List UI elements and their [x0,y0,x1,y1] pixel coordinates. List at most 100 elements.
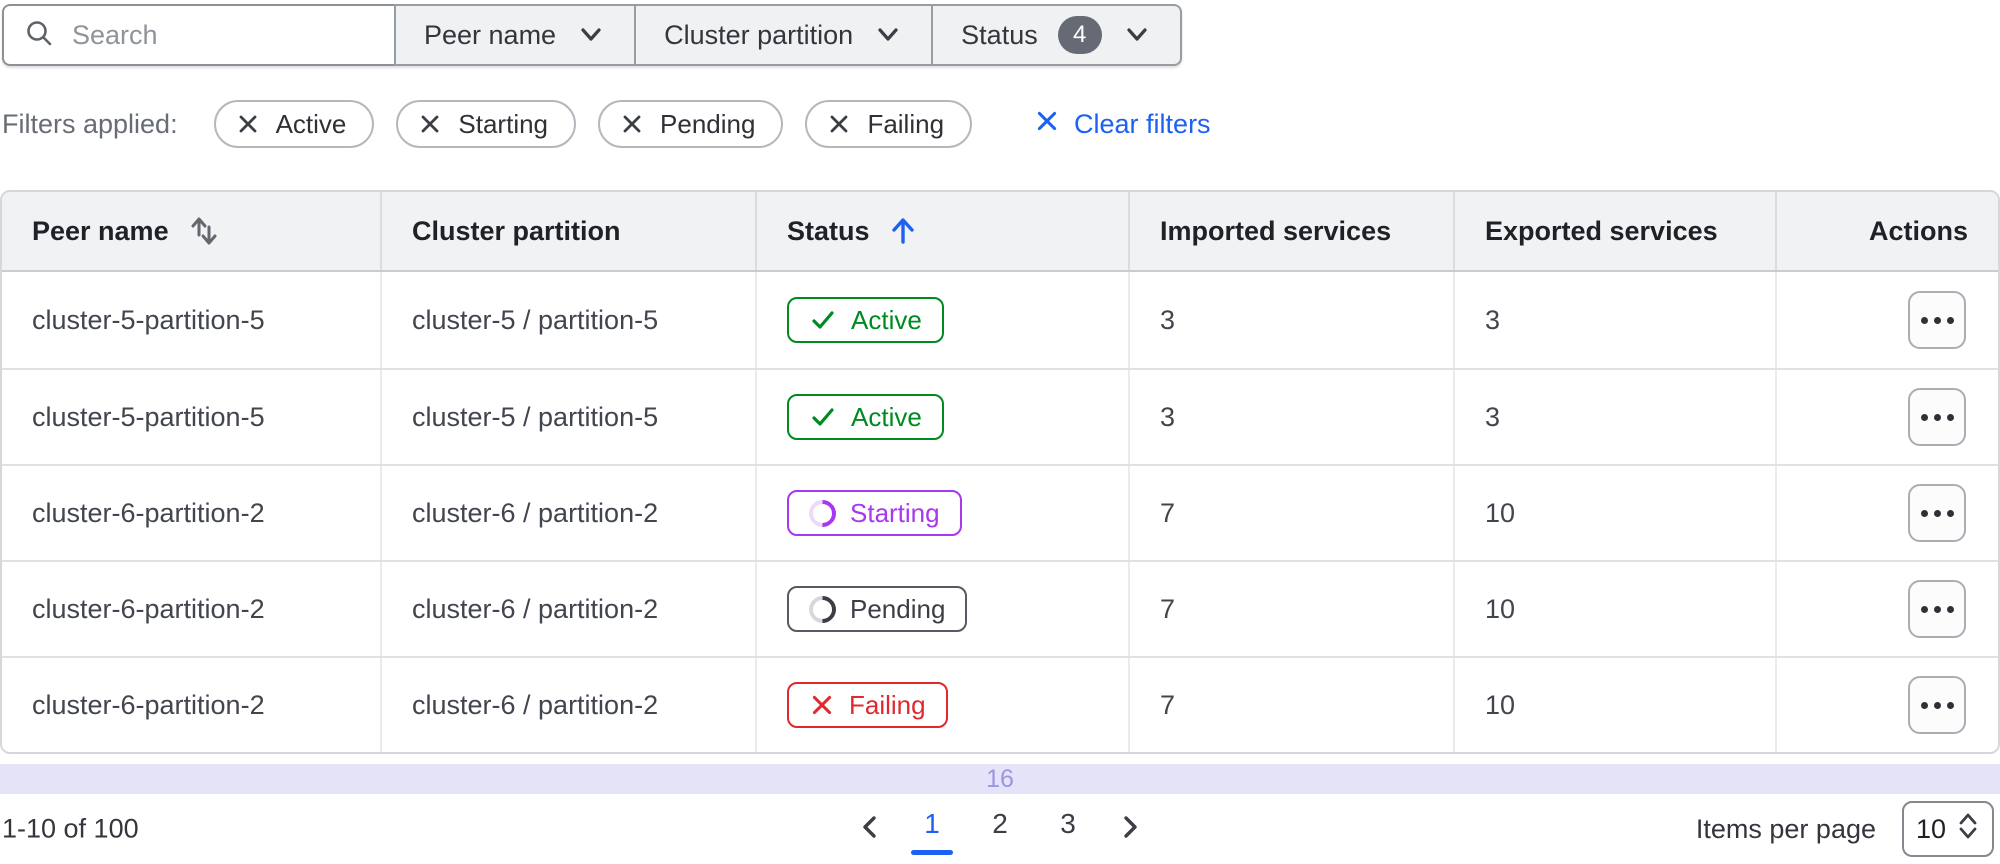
items-per-page-label: Items per page [1695,813,1876,844]
cell-status: Active [755,370,1128,464]
cell-exported-services: 10 [1453,658,1775,752]
cell-actions [1775,272,1998,368]
table-row: cluster-5-partition-5 cluster-5 / partiti… [2,272,1998,368]
next-page-button[interactable] [1117,808,1143,844]
dropdown-label: Peer name [424,19,557,50]
search-input[interactable] [72,19,374,51]
status-badge-active: Active [787,394,944,440]
cell-status: Failing [755,658,1128,752]
peerings-page: { "toolbar": { "search_placeholder": "Se… [0,0,2000,864]
chip-remove-x-icon[interactable] [236,112,260,136]
cell-cluster-partition: cluster-6 / partition-2 [380,466,755,560]
table-body: cluster-5-partition-5 cluster-5 / partiti… [2,272,1998,752]
page-button-2[interactable]: 2 [981,808,1019,855]
previous-page-button[interactable] [857,808,883,844]
dropdown-cluster-partition[interactable]: Cluster partition [634,4,934,66]
cell-actions [1775,658,1998,752]
table-row: cluster-6-partition-2 cluster-6 / partiti… [2,656,1998,752]
cell-status: Pending [755,562,1128,656]
cell-exported-services: 10 [1453,466,1775,560]
filter-chip-starting[interactable]: Starting [396,100,577,148]
x-icon [809,692,835,718]
cell-actions [1775,562,1998,656]
sort-updown-icon[interactable] [187,214,221,248]
page-number: 3 [1060,808,1076,839]
status-badge-active: Active [787,297,944,343]
status-badge-pending: Pending [787,586,968,632]
cell-status: Starting [755,466,1128,560]
chip-remove-x-icon[interactable] [620,112,644,136]
cell-cluster-partition: cluster-5 / partition-5 [380,370,755,464]
cell-actions [1775,370,1998,464]
filters-row: Filters applied: Active Starting Pending… [2,98,1211,150]
table-row: cluster-6-partition-2 cluster-6 / partiti… [2,464,1998,560]
cell-status: Active [755,272,1128,368]
status-label: Failing [849,689,926,720]
cell-peer-name: cluster-6-partition-2 [32,689,265,720]
row-actions-menu-button[interactable] [1908,484,1966,542]
filter-chip-failing[interactable]: Failing [805,100,973,148]
status-label: Active [851,304,922,335]
filter-chip-pending[interactable]: Pending [598,100,784,148]
dropdown-status[interactable]: Status 4 [931,4,1182,66]
column-header-imported-services: Imported services [1128,192,1453,270]
filter-chip-active[interactable]: Active [213,100,375,148]
page-number: 2 [992,808,1008,839]
page-button-3[interactable]: 3 [1049,808,1087,855]
items-per-page: Items per page 10 [1696,801,1994,857]
clear-filters-link[interactable]: Clear filters [1034,108,1211,141]
chevron-down-icon [576,22,606,48]
cell-exported-services: 3 [1453,272,1775,368]
cell-cluster-partition: cluster-6 / partition-2 [380,658,755,752]
cell-cluster-partition: cluster-6 / partition-2 [380,562,755,656]
items-per-page-select[interactable]: 10 [1902,801,1994,857]
search-box[interactable] [2,4,396,66]
chip-label: Starting [458,108,549,139]
chip-remove-x-icon[interactable] [827,112,851,136]
cell-imported-services: 7 [1128,466,1453,560]
column-header-peer-name[interactable]: Peer name [2,192,380,270]
chip-label: Pending [660,108,756,139]
cell-actions [1775,466,1998,560]
filter-dropdowns: Peer name Cluster partition Status 4 [394,4,1182,66]
row-actions-menu-button[interactable] [1908,676,1966,734]
sort-asc-icon[interactable] [888,215,918,247]
page-button-1[interactable]: 1 [911,808,953,855]
check-icon [809,306,837,334]
table-row: cluster-6-partition-2 cluster-6 / partiti… [2,560,1998,656]
column-label: Actions [1868,215,1968,246]
table-row: cluster-5-partition-5 cluster-5 / partiti… [2,368,1998,464]
dropdown-peer-name[interactable]: Peer name [394,4,637,66]
status-label: Pending [850,593,946,624]
row-actions-menu-button[interactable] [1908,388,1966,446]
cell-peer-name: cluster-5-partition-5 [32,401,265,432]
check-icon [809,403,837,431]
row-actions-menu-button[interactable] [1908,291,1966,349]
status-badge-starting: Starting [787,490,962,536]
results-range-text: 1-10 of 100 [2,813,139,844]
cell-exported-services: 10 [1453,562,1775,656]
cell-imported-services: 3 [1128,272,1453,368]
page-number: 1 [924,808,940,839]
chevron-down-icon [1122,22,1152,48]
cell-imported-services: 3 [1128,370,1453,464]
chevron-down-icon [873,22,903,48]
items-per-page-value: 10 [1915,813,1947,844]
table-scrollbar-band[interactable]: 16 [0,764,2000,794]
chip-label: Active [275,108,347,139]
status-label: Starting [850,497,940,528]
cell-peer-name: cluster-6-partition-2 [32,497,265,528]
dropdown-label: Cluster partition [664,19,854,50]
cell-peer-name: cluster-6-partition-2 [32,593,265,624]
column-label: Cluster partition [412,215,621,246]
table-header-row: Peer name Cluster partition Status Imported… [2,192,1998,272]
chip-remove-x-icon[interactable] [418,112,442,136]
cell-cluster-partition: cluster-5 / partition-5 [380,272,755,368]
row-actions-menu-button[interactable] [1908,580,1966,638]
spinner-icon [803,589,842,629]
chip-label: Failing [867,108,945,139]
column-label: Imported services [1160,215,1392,246]
column-header-status[interactable]: Status [755,192,1128,270]
column-header-exported-services: Exported services [1453,192,1775,270]
column-header-actions: Actions [1775,192,1998,270]
